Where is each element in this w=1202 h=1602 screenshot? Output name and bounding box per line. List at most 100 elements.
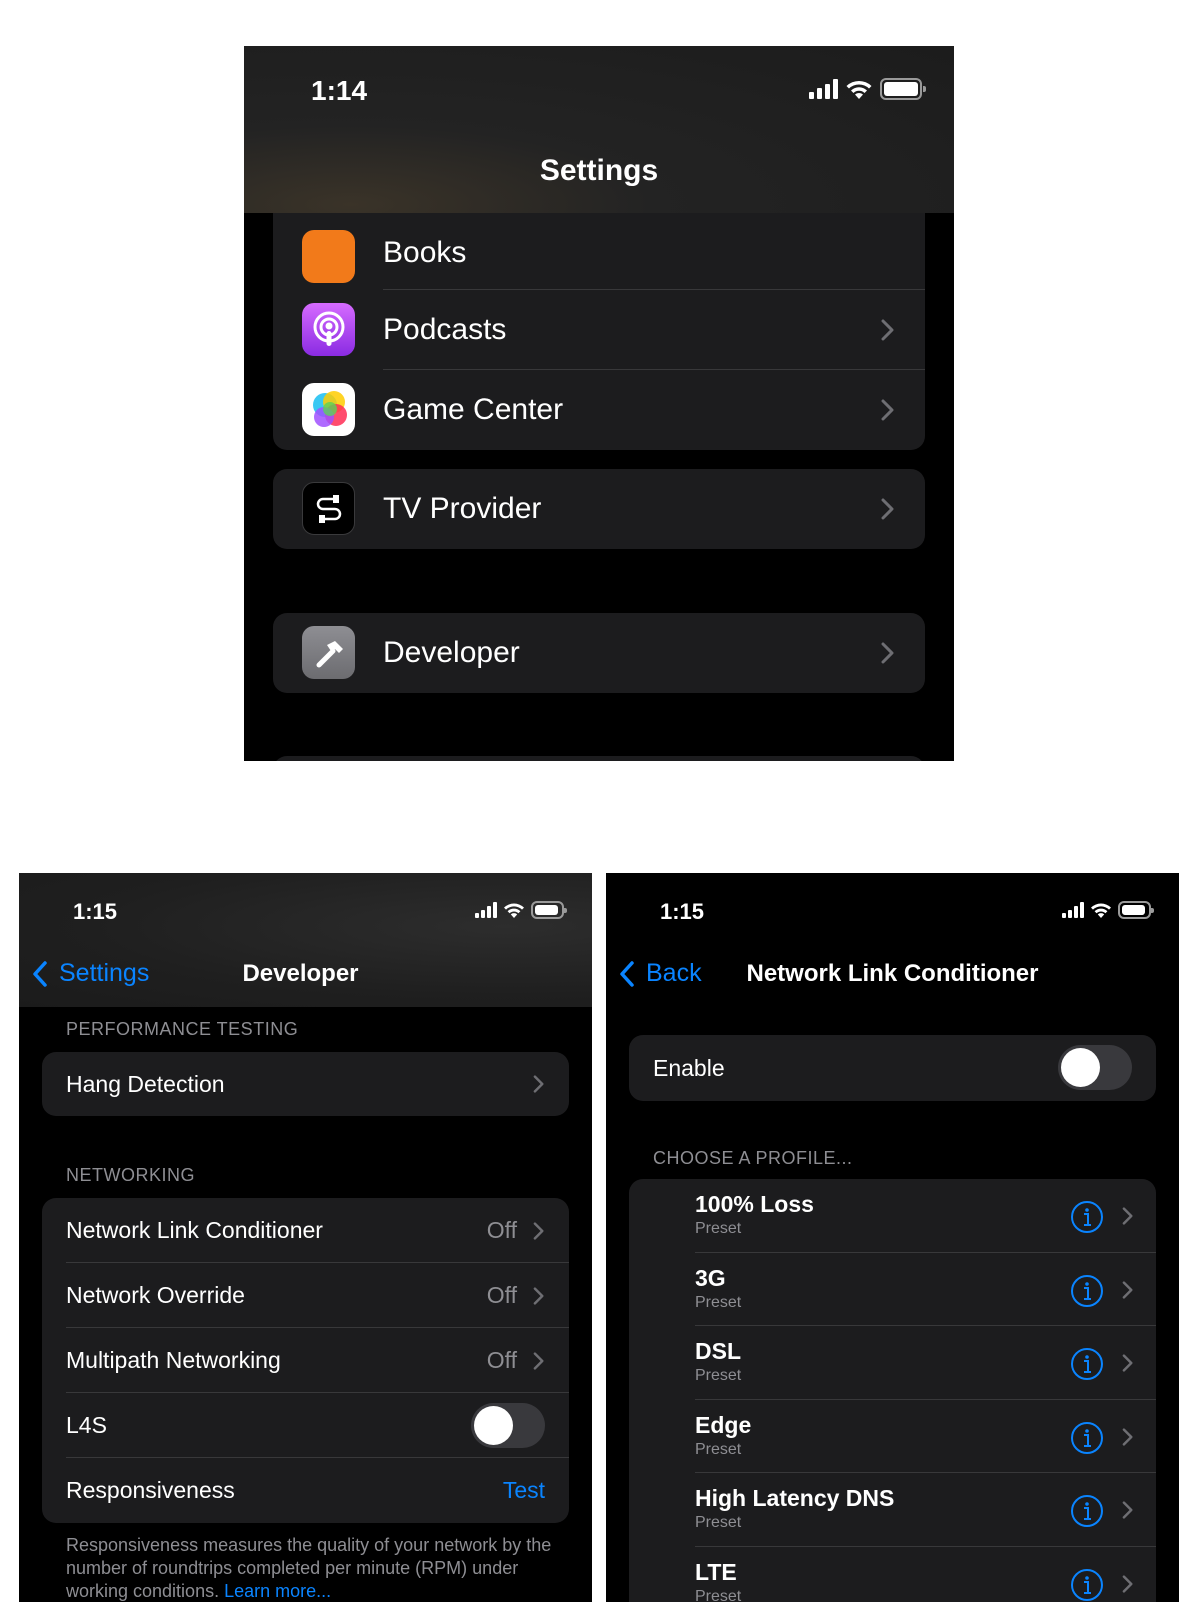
apps-group: Books Podcasts Game Center: [273, 176, 925, 450]
list-item-label: TV Provider: [383, 492, 542, 525]
chevron-right-icon: [1122, 1354, 1133, 1372]
list-item-podcasts[interactable]: Podcasts: [273, 290, 925, 370]
profile-name: 3G: [695, 1264, 726, 1291]
signal-icon: [809, 79, 838, 99]
list-item-l4s: L4S: [42, 1393, 569, 1458]
nav-bar: 1:14 Settings: [244, 46, 954, 213]
section-header: NETWORKING: [66, 1165, 195, 1185]
chevron-right-icon: [881, 498, 894, 520]
chevron-right-icon: [1122, 1574, 1133, 1593]
list-item-enable: Enable: [629, 1035, 1156, 1101]
info-icon[interactable]: [1070, 1568, 1104, 1602]
enable-toggle[interactable]: [1058, 1045, 1132, 1090]
profile-subtitle: Preset: [695, 1367, 742, 1384]
list-item-value: Off: [486, 1217, 517, 1243]
list-item-multipath-networking[interactable]: Multipath Networking Off: [42, 1328, 569, 1393]
wifi-icon: [504, 903, 524, 918]
profile-name: Edge: [695, 1411, 752, 1438]
list-item-game-center[interactable]: Game Center: [273, 370, 925, 450]
network-link-conditioner-screen: 1:15 Back Network Link Conditioner Enabl…: [606, 873, 1179, 1602]
section-header: CHOOSE A PROFILE...: [653, 1148, 853, 1168]
list-item-profile[interactable]: High Latency DNS Preset: [629, 1473, 1156, 1547]
info-icon[interactable]: [1070, 1494, 1104, 1528]
chevron-left-icon: [33, 960, 47, 987]
list-item-label: Network Override: [66, 1282, 245, 1308]
books-icon: [302, 230, 355, 283]
tv-provider-icon: [302, 482, 355, 535]
list-item-profile[interactable]: 100% Loss Preset: [629, 1179, 1156, 1253]
list-item-profile[interactable]: 3G Preset: [629, 1253, 1156, 1326]
profile-name: 100% Loss: [695, 1191, 814, 1217]
list-item-profile[interactable]: LTE Preset: [629, 1547, 1156, 1602]
chevron-right-icon: [881, 399, 894, 421]
status-icons: [475, 901, 567, 919]
status-icons: [1062, 901, 1154, 919]
wifi-icon: [1091, 903, 1111, 918]
developer-group: Developer: [273, 613, 925, 693]
info-icon[interactable]: [1070, 1347, 1104, 1381]
learn-more-link[interactable]: Learn more...: [224, 1581, 331, 1601]
nav-bar: 1:15 Back Network Link Conditioner: [606, 873, 1179, 1007]
list-item-label: Podcasts: [383, 313, 507, 346]
list-item-label: Developer: [383, 636, 520, 669]
status-time: 1:15: [73, 899, 118, 924]
back-button[interactable]: Back: [618, 959, 702, 988]
test-button[interactable]: Test: [503, 1477, 545, 1504]
info-icon[interactable]: [1070, 1421, 1104, 1455]
signal-icon: [475, 902, 497, 918]
list-item-label: Books: [383, 236, 467, 269]
chevron-right-icon: [881, 319, 894, 341]
chevron-right-icon: [533, 1075, 544, 1093]
list-item-label: Hang Detection: [66, 1071, 225, 1097]
profile-subtitle: Preset: [695, 1440, 742, 1458]
back-button-label: Settings: [59, 959, 150, 987]
game-center-icon: [302, 383, 355, 436]
nav-bar: 1:15 Settings Developer: [19, 873, 592, 1007]
chevron-right-icon: [1122, 1501, 1133, 1519]
info-icon[interactable]: [1070, 1200, 1104, 1234]
chevron-right-icon: [533, 1287, 544, 1305]
list-item-developer[interactable]: Developer: [273, 613, 925, 693]
list-item-network-override[interactable]: Network Override Off: [42, 1263, 569, 1328]
back-button-label: Back: [646, 959, 702, 987]
battery-icon: [531, 901, 567, 919]
list-item-label: Game Center: [383, 393, 564, 426]
podcasts-icon: [302, 303, 355, 356]
list-item-label: Multipath Networking: [66, 1347, 281, 1373]
page-title: Settings: [539, 154, 659, 187]
list-item-profile[interactable]: DSL Preset: [629, 1326, 1156, 1400]
chevron-right-icon: [533, 1222, 544, 1240]
footer-note: Responsiveness measures the quality of y…: [66, 1534, 556, 1602]
status-icons: [809, 78, 926, 100]
status-time: 1:15: [660, 899, 705, 924]
next-group-partial: [273, 756, 925, 761]
profile-name: High Latency DNS: [695, 1485, 895, 1511]
performance-group: Hang Detection: [42, 1052, 569, 1116]
developer-screen: 1:15 Settings Developer PERFORMANCE TEST…: [19, 873, 592, 1602]
list-item-profile[interactable]: Edge Preset: [629, 1400, 1156, 1473]
battery-icon: [1118, 901, 1154, 919]
chevron-right-icon: [1122, 1280, 1133, 1299]
list-item-tv-provider[interactable]: TV Provider: [273, 469, 925, 549]
hammer-icon: [302, 626, 355, 679]
back-button[interactable]: Settings: [31, 959, 149, 988]
chevron-right-icon: [881, 642, 894, 664]
networking-group: Network Link Conditioner Off Network Ove…: [42, 1198, 569, 1523]
chevron-right-icon: [1122, 1207, 1133, 1225]
wifi-icon: [846, 80, 872, 99]
section-header: PERFORMANCE TESTING: [66, 1019, 299, 1039]
page-title: Network Link Conditioner: [746, 960, 1039, 987]
list-item-value: Off: [486, 1282, 517, 1308]
list-item-hang-detection[interactable]: Hang Detection: [42, 1052, 569, 1116]
info-icon[interactable]: [1070, 1274, 1104, 1308]
page-title: Developer: [242, 960, 359, 987]
list-item-responsiveness: Responsiveness Test: [42, 1458, 569, 1523]
list-item-label: Responsiveness: [66, 1477, 235, 1503]
profile-subtitle: Preset: [695, 1587, 742, 1602]
toggle-knob: [474, 1406, 513, 1445]
chevron-right-icon: [1122, 1427, 1133, 1446]
list-item-network-link-conditioner[interactable]: Network Link Conditioner Off: [42, 1198, 569, 1263]
l4s-toggle[interactable]: [471, 1403, 545, 1448]
list-item-label: Enable: [653, 1055, 725, 1081]
profile-subtitle: Preset: [695, 1293, 742, 1311]
